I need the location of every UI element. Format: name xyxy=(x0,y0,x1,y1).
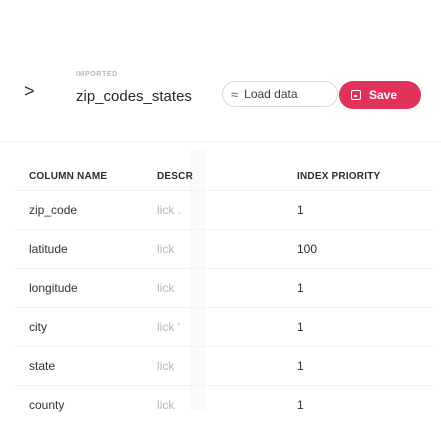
index-priority-cell[interactable]: 1 xyxy=(219,346,434,386)
column-name-cell: latitude xyxy=(14,229,157,269)
imported-label: IMPORTED xyxy=(76,71,118,78)
description-input[interactable]: lick xyxy=(157,346,219,386)
index-priority-cell[interactable]: 100 xyxy=(219,229,434,269)
column-name-cell: zip_code xyxy=(14,190,157,230)
index-priority-header: INDEX PRIORITY xyxy=(297,171,381,182)
table-row: longitude lick 1 xyxy=(14,268,434,308)
description-input[interactable]: lick ' xyxy=(157,307,219,347)
column-name-cell: city xyxy=(14,307,157,347)
table-row: zip_code lick . 1 xyxy=(14,190,434,230)
description-input[interactable]: lick xyxy=(157,229,219,269)
table-title[interactable]: zip_codes_states xyxy=(76,88,200,105)
table-row: county lick 1 xyxy=(14,385,434,424)
index-priority-cell[interactable]: 1 xyxy=(219,190,434,230)
columns-table: COLUMN NAME DESCR INDEX PRIORITY zip_cod… xyxy=(14,163,434,424)
table-row: city lick ' 1 xyxy=(14,307,434,347)
table-header: > IMPORTED zip_codes_states ≈ Load data … xyxy=(0,0,441,138)
column-name-header: COLUMN NAME xyxy=(29,171,108,182)
column-name-cell: state xyxy=(14,346,157,386)
load-data-button[interactable]: ≈ Load data xyxy=(222,81,338,107)
table-row: state lick 1 xyxy=(14,346,434,386)
table-header-row: COLUMN NAME DESCR INDEX PRIORITY xyxy=(14,163,434,191)
description-input[interactable]: lick xyxy=(157,385,219,424)
description-header: DESCR xyxy=(157,171,194,182)
column-name-cell: county xyxy=(14,385,157,424)
table-row: latitude lick 100 xyxy=(14,229,434,269)
index-priority-cell[interactable]: 1 xyxy=(219,268,434,308)
save-icon xyxy=(351,90,361,100)
chevron-right-icon[interactable]: > xyxy=(24,82,35,100)
save-label: Save xyxy=(369,88,398,102)
save-button[interactable]: Save xyxy=(339,81,421,109)
load-data-label: Load data xyxy=(244,87,298,101)
divider xyxy=(0,141,441,142)
index-priority-cell[interactable]: 1 xyxy=(219,307,434,347)
description-input[interactable]: lick . xyxy=(157,190,219,230)
index-priority-cell[interactable]: 1 xyxy=(219,385,434,424)
column-name-cell: longitude xyxy=(14,268,157,308)
description-input[interactable]: lick xyxy=(157,268,219,308)
database-icon: ≈ xyxy=(231,86,239,102)
